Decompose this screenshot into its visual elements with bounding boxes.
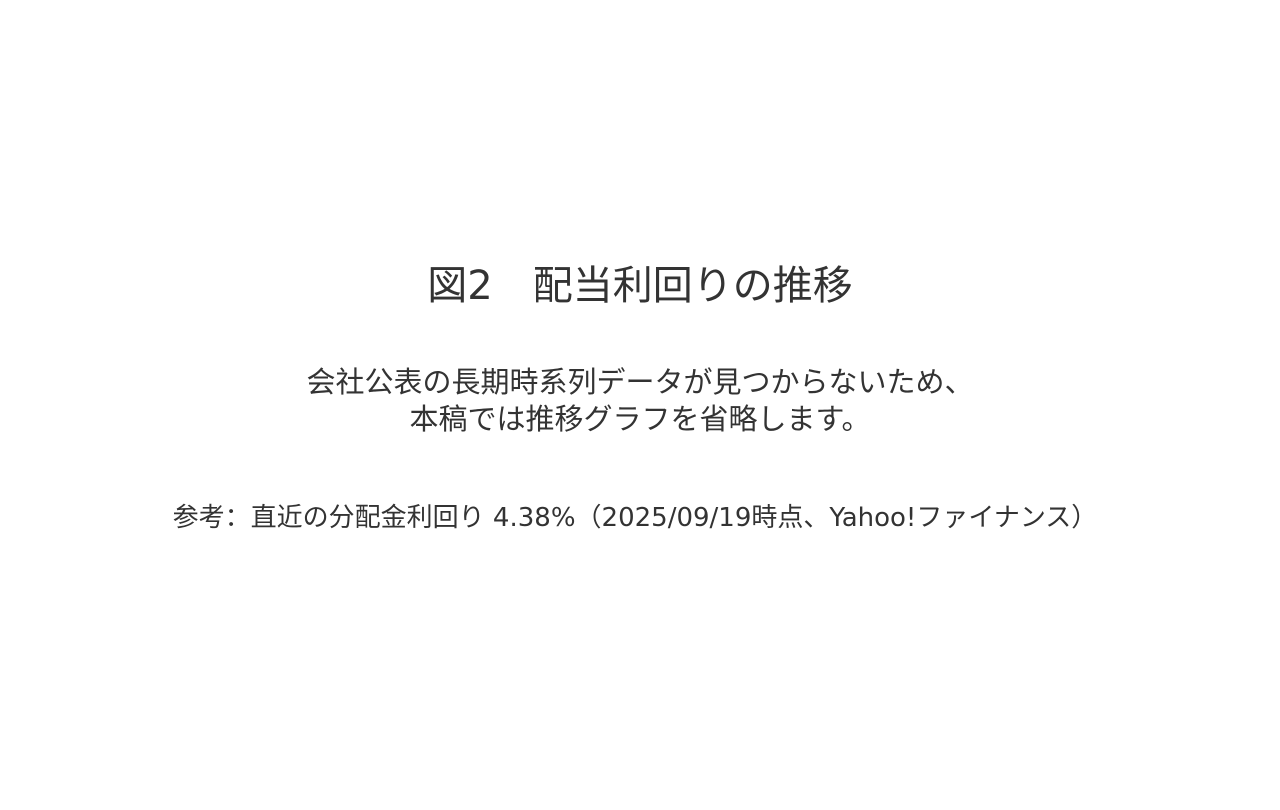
omission-message-line-2: 本稿では推移グラフを省略します。 xyxy=(409,402,871,436)
figure-title: 図2 配当利回りの推移 xyxy=(427,263,853,309)
omission-message: 会社公表の長期時系列データが見つからないため、 本稿では推移グラフを省略します。 xyxy=(0,364,1280,438)
omission-message-line-1: 会社公表の長期時系列データが見つからないため、 xyxy=(306,365,974,399)
figure-placeholder-slide: 図2 配当利回りの推移 会社公表の長期時系列データが見つからないため、 本稿では… xyxy=(0,0,1280,810)
reference-note: 参考：直近の分配金利回り 4.38%（2025/09/19時点、Yahoo!ファ… xyxy=(172,503,1098,533)
